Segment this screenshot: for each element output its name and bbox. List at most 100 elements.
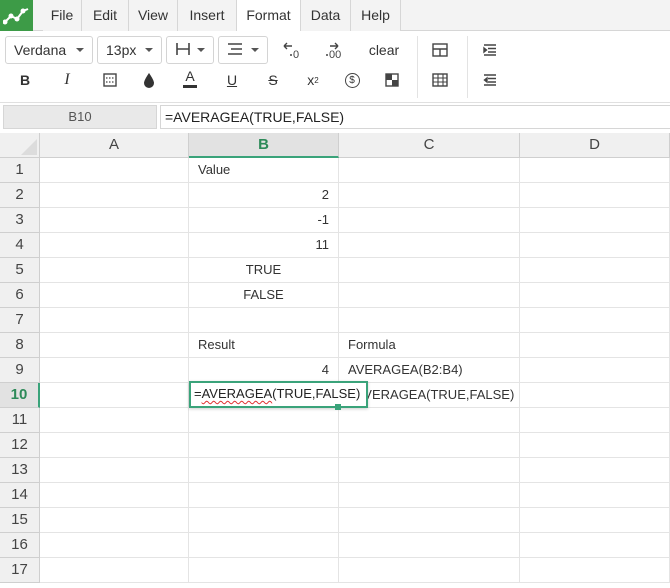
cell-b2[interactable]: 2 [189,183,339,208]
row-header-17[interactable]: 17 [0,558,40,583]
column-header-d[interactable]: D [520,133,670,158]
column-header-c[interactable]: C [339,133,520,158]
strikethrough-button[interactable]: S [259,66,287,94]
cell-d2[interactable] [520,183,670,208]
column-header-b[interactable]: B [189,133,339,158]
menu-insert[interactable]: Insert [178,0,237,31]
cell-a10[interactable] [40,383,189,408]
row-header-14[interactable]: 14 [0,483,40,508]
row-header-8[interactable]: 8 [0,333,40,358]
cell-a7[interactable] [40,308,189,333]
cell-a11[interactable] [40,408,189,433]
cell-a17[interactable] [40,558,189,583]
cell-d13[interactable] [520,458,670,483]
cell-c7[interactable] [339,308,520,333]
font-size-dropdown[interactable]: 13px [97,36,162,64]
menu-data[interactable]: Data [301,0,351,31]
cell-d15[interactable] [520,508,670,533]
cell-a16[interactable] [40,533,189,558]
cell-d11[interactable] [520,408,670,433]
cell-b4[interactable]: 11 [189,233,339,258]
cell-a6[interactable] [40,283,189,308]
cell-c2[interactable] [339,183,520,208]
indent-button[interactable] [476,36,504,64]
cell-c11[interactable] [339,408,520,433]
cell-a9[interactable] [40,358,189,383]
cell-c17[interactable] [339,558,520,583]
cell-d12[interactable] [520,433,670,458]
borders-dropdown[interactable] [166,36,214,64]
cell-b8[interactable]: Result [189,333,339,358]
italic-button[interactable]: I [53,66,81,94]
cell-d16[interactable] [520,533,670,558]
cell-a3[interactable] [40,208,189,233]
cell-d6[interactable] [520,283,670,308]
cell-d1[interactable] [520,158,670,183]
row-header-9[interactable]: 9 [0,358,40,383]
underline-button[interactable]: U [218,66,246,94]
cell-d14[interactable] [520,483,670,508]
cell-b15[interactable] [189,508,339,533]
background-color-button[interactable] [96,66,124,94]
table-button[interactable] [426,66,454,94]
menu-file[interactable]: File [43,0,82,31]
fill-handle[interactable] [335,404,341,410]
cell-c3[interactable] [339,208,520,233]
row-header-15[interactable]: 15 [0,508,40,533]
cell-d5[interactable] [520,258,670,283]
row-header-12[interactable]: 12 [0,433,40,458]
cell-d9[interactable] [520,358,670,383]
row-header-2[interactable]: 2 [0,183,40,208]
cell-d3[interactable] [520,208,670,233]
cell-d10[interactable] [520,383,670,408]
cell-d17[interactable] [520,558,670,583]
cell-c9[interactable]: AVERAGEA(B2:B4) [339,358,520,383]
font-family-dropdown[interactable]: Verdana [5,36,93,64]
cell-b3[interactable]: -1 [189,208,339,233]
align-dropdown[interactable] [218,36,268,64]
text-color-button[interactable]: A [176,64,204,92]
cell-editor[interactable]: =AVERAGEA(TRUE,FALSE) [189,381,368,408]
cell-b14[interactable] [189,483,339,508]
cell-d7[interactable] [520,308,670,333]
row-header-1[interactable]: 1 [0,158,40,183]
cell-c16[interactable] [339,533,520,558]
menu-help[interactable]: Help [351,0,401,31]
column-header-a[interactable]: A [40,133,189,158]
clear-button[interactable]: clear [362,36,406,64]
cell-c1[interactable] [339,158,520,183]
row-header-13[interactable]: 13 [0,458,40,483]
cell-reference-box[interactable]: B10 [3,105,157,129]
cell-b9[interactable]: 4 [189,358,339,383]
increase-decimals-button[interactable]: 00 [318,36,352,64]
cell-c12[interactable] [339,433,520,458]
cell-d4[interactable] [520,233,670,258]
row-header-3[interactable]: 3 [0,208,40,233]
cell-b17[interactable] [189,558,339,583]
cell-c13[interactable] [339,458,520,483]
cell-b11[interactable] [189,408,339,433]
cell-c15[interactable] [339,508,520,533]
cell-b16[interactable] [189,533,339,558]
row-header-10[interactable]: 10 [0,383,40,408]
cell-a14[interactable] [40,483,189,508]
cell-c4[interactable] [339,233,520,258]
cell-a1[interactable] [40,158,189,183]
cell-d8[interactable] [520,333,670,358]
select-all-corner[interactable] [0,133,40,158]
cell-b5[interactable]: TRUE [189,258,339,283]
superscript-button[interactable]: x2 [299,66,327,94]
row-header-6[interactable]: 6 [0,283,40,308]
cell-a12[interactable] [40,433,189,458]
currency-button[interactable]: $ [338,66,366,94]
row-header-11[interactable]: 11 [0,408,40,433]
cell-a2[interactable] [40,183,189,208]
cell-b7[interactable] [189,308,339,333]
formula-input[interactable]: =AVERAGEA(TRUE,FALSE) [160,105,670,129]
row-header-5[interactable]: 5 [0,258,40,283]
cell-a8[interactable] [40,333,189,358]
cell-a15[interactable] [40,508,189,533]
menu-format[interactable]: Format [237,0,301,32]
outdent-button[interactable] [476,66,504,94]
cell-b13[interactable] [189,458,339,483]
